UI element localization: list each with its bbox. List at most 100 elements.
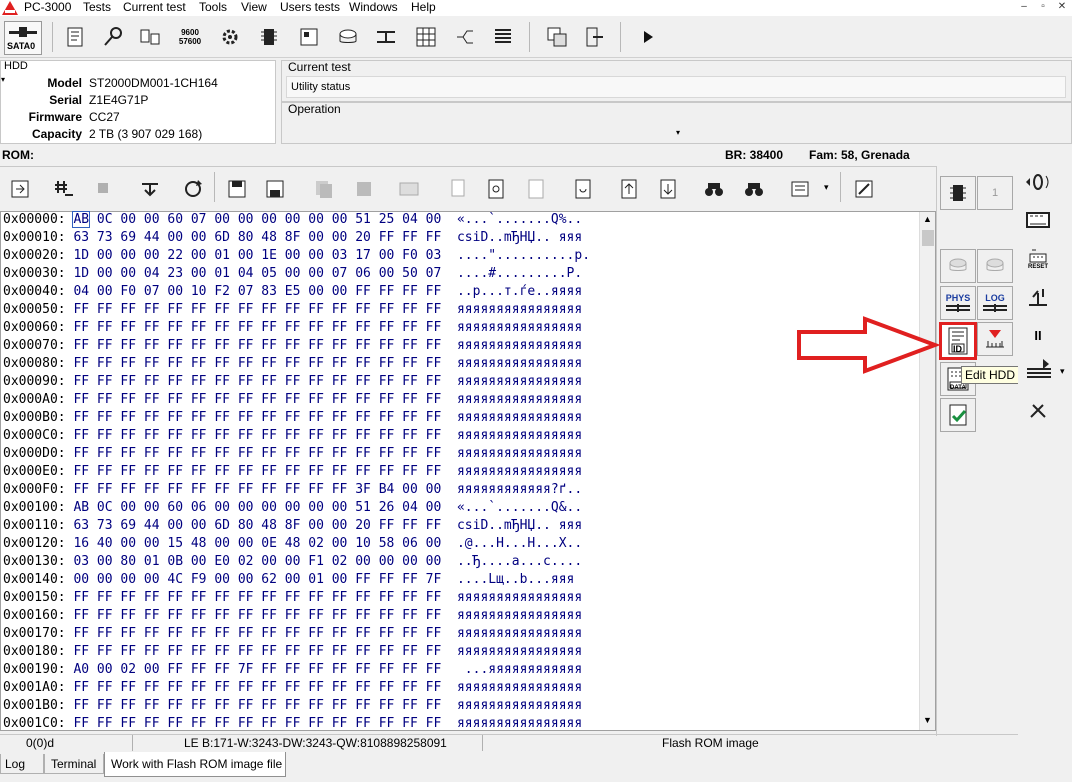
hex-bytes[interactable]: 16 40 00 00 15 48 00 00 0E 48 02 00 10 5… xyxy=(73,536,441,551)
write-disabled-button[interactable] xyxy=(977,249,1013,283)
operation-dropdown-icon[interactable]: ▾ xyxy=(676,128,680,137)
phys-mode-button[interactable]: PHYS xyxy=(940,286,976,320)
hex-row[interactable]: 0x00110: 63 73 69 44 00 00 6D 80 48 8F 0… xyxy=(3,517,582,535)
hex-row[interactable]: 0x00190: A0 00 02 00 FF FF FF 7F FF FF F… xyxy=(3,661,582,679)
gear-settings-icon[interactable] xyxy=(218,24,242,50)
power-control-icon[interactable] xyxy=(138,24,162,50)
board-icon[interactable] xyxy=(297,24,321,50)
hex-row[interactable]: 0x00170: FF FF FF FF FF FF FF FF FF FF F… xyxy=(3,625,582,643)
hex-ascii[interactable]: яяяяяяяяяяяяяяяя xyxy=(457,716,582,731)
edit-hdd-id-button[interactable]: ID xyxy=(939,322,977,360)
menu-view[interactable]: View xyxy=(241,0,267,16)
hex-ascii[interactable]: «...`.......Q%.. xyxy=(457,212,582,227)
hex-ascii[interactable]: яяяяяяяяяяяяяяяя xyxy=(457,464,582,479)
hex-bytes[interactable]: 1D 00 00 04 23 00 01 04 05 00 00 07 06 0… xyxy=(73,266,441,281)
chip-icon[interactable] xyxy=(257,24,281,50)
hex-bytes[interactable]: A0 00 02 00 FF FF FF 7F FF FF FF FF FF F… xyxy=(73,662,441,677)
search-key-icon[interactable] xyxy=(101,24,125,50)
menu-tools[interactable]: Tools xyxy=(199,0,227,16)
hex-ascii[interactable]: яяяяяяяяяяяяяяяя xyxy=(457,356,582,371)
page-down-icon[interactable] xyxy=(656,176,680,202)
hex-bytes[interactable]: FF FF FF FF FF FF FF FF FF FF FF FF FF F… xyxy=(73,302,441,317)
hex-ascii[interactable]: ...."..........р. xyxy=(457,248,590,263)
hex-ascii[interactable]: яяяяяяяяяяяяяяяя xyxy=(457,680,582,695)
hex-bytes[interactable]: 00 00 00 00 4C F9 00 00 62 00 01 00 FF F… xyxy=(73,572,441,587)
hex-ascii[interactable]: яяяяяяяяяяяяяяяя xyxy=(457,302,582,317)
hex-row[interactable]: 0x00020: 1D 00 00 00 22 00 01 00 1E 00 0… xyxy=(3,247,590,265)
hex-ascii[interactable]: яяяяяяяяяяяяяяяя xyxy=(457,698,582,713)
play-icon[interactable] xyxy=(636,24,660,50)
paste-disabled-icon[interactable] xyxy=(352,176,376,202)
grid-table-icon[interactable] xyxy=(414,24,438,50)
terminal-arrow-icon[interactable] xyxy=(1024,356,1054,382)
reset-icon[interactable]: RESET xyxy=(1024,244,1052,274)
hex-bytes[interactable]: FF FF FF FF FF FF FF FF FF FF FF FF FF F… xyxy=(73,464,441,479)
find-next-binoculars-icon[interactable] xyxy=(742,176,766,202)
pause-icon[interactable]: II xyxy=(1024,324,1052,346)
menu-help[interactable]: Help xyxy=(411,0,436,16)
hex-row[interactable]: 0x00060: FF FF FF FF FF FF FF FF FF FF F… xyxy=(3,319,582,337)
scroll-dropdown-icon[interactable]: ▾ xyxy=(824,182,829,193)
hex-row[interactable]: 0x000C0: FF FF FF FF FF FF FF FF FF FF F… xyxy=(3,427,582,445)
hex-row[interactable]: 0x000A0: FF FF FF FF FF FF FF FF FF FF F… xyxy=(3,391,582,409)
hex-bytes[interactable]: FF FF FF FF FF FF FF FF FF FF FF FF FF F… xyxy=(73,338,441,353)
sound-on-icon[interactable] xyxy=(1024,172,1052,192)
hex-row[interactable]: 0x00030: 1D 00 00 04 23 00 01 04 05 00 0… xyxy=(3,265,582,283)
hash-arrow-icon[interactable] xyxy=(52,176,76,202)
hex-bytes[interactable]: FF FF FF FF FF FF FF FF FF FF FF FF FF F… xyxy=(73,446,441,461)
chip-select-button[interactable] xyxy=(940,176,976,210)
hex-bytes[interactable]: FF FF FF FF FF FF FF FF FF FF FF FF 3F B… xyxy=(73,482,441,497)
find-binoculars-icon[interactable] xyxy=(702,176,726,202)
minimize-button[interactable]: – xyxy=(1016,1,1032,14)
hex-bytes[interactable]: FF FF FF FF FF FF FF FF FF FF FF FF FF F… xyxy=(73,698,441,713)
hex-row[interactable]: 0x001C0: FF FF FF FF FF FF FF FF FF FF F… xyxy=(3,715,582,733)
hex-ascii[interactable]: яяяяяяяяяяяяяяяя xyxy=(457,608,582,623)
hex-bytes[interactable]: AB 0C 00 00 60 06 00 00 00 00 00 00 51 2… xyxy=(73,500,441,515)
scroll-down-icon[interactable]: ▼ xyxy=(923,715,932,725)
hex-row[interactable]: 0x001A0: FF FF FF FF FF FF FF FF FF FF F… xyxy=(3,679,582,697)
hex-cursor[interactable]: AB xyxy=(72,211,91,228)
exit-run-icon[interactable] xyxy=(582,24,606,50)
hex-bytes[interactable]: FF FF FF FF FF FF FF FF FF FF FF FF FF F… xyxy=(73,392,441,407)
read-rom-icon[interactable] xyxy=(8,176,32,202)
hex-ascii[interactable]: яяяяяяяяяяяяяяяя xyxy=(457,626,582,641)
terminal-dropdown-icon[interactable]: ▾ xyxy=(1060,366,1065,377)
hex-bytes[interactable]: 1D 00 00 00 22 00 01 00 1E 00 00 03 17 0… xyxy=(73,248,441,263)
hex-bytes[interactable]: FF FF FF FF FF FF FF FF FF FF FF FF FF F… xyxy=(73,320,441,335)
hex-bytes[interactable]: 63 73 69 44 00 00 6D 80 48 8F 00 00 20 F… xyxy=(73,230,441,245)
hex-row[interactable]: 0x00090: FF FF FF FF FF FF FF FF FF FF F… xyxy=(3,373,582,391)
page-up-icon[interactable] xyxy=(617,176,641,202)
hex-ascii[interactable]: яяяяяяяяяяяяяяяя xyxy=(457,410,582,425)
menu-tests[interactable]: Tests xyxy=(83,0,111,16)
copy-disabled-icon[interactable] xyxy=(312,176,336,202)
hex-row[interactable]: 0x000E0: FF FF FF FF FF FF FF FF FF FF F… xyxy=(3,463,582,481)
edit-notes-icon[interactable] xyxy=(852,176,876,202)
sata-port-button[interactable]: SATA0 xyxy=(4,21,42,55)
new-page-disabled-icon[interactable] xyxy=(447,176,471,202)
page-counter-button[interactable]: 1 xyxy=(977,176,1013,210)
read-disabled-button[interactable] xyxy=(940,249,976,283)
hex-row[interactable]: 0x00000: AB 0C 00 00 60 07 00 00 00 00 0… xyxy=(3,211,582,229)
hex-row[interactable]: 0x00140: 00 00 00 00 4C F9 00 00 62 00 0… xyxy=(3,571,574,589)
hex-row[interactable]: 0x00080: FF FF FF FF FF FF FF FF FF FF F… xyxy=(3,355,582,373)
hex-ascii[interactable]: csiD..mЂHЏ.. яяя xyxy=(457,230,582,245)
tests-icon[interactable] xyxy=(64,24,88,50)
scroll-thumb[interactable] xyxy=(922,230,934,246)
hex-bytes[interactable]: AB 0C 00 00 60 07 00 00 00 00 00 00 51 2… xyxy=(72,211,441,228)
hex-bytes[interactable]: FF FF FF FF FF FF FF FF FF FF FF FF FF F… xyxy=(73,590,441,605)
restore-button[interactable]: ▫ xyxy=(1035,1,1051,14)
windows-cascade-icon[interactable] xyxy=(545,24,569,50)
hex-bytes[interactable]: FF FF FF FF FF FF FF FF FF FF FF FF FF F… xyxy=(73,374,441,389)
hex-row[interactable]: 0x000D0: FF FF FF FF FF FF FF FF FF FF F… xyxy=(3,445,582,463)
hex-bytes[interactable]: FF FF FF FF FF FF FF FF FF FF FF FF FF F… xyxy=(73,644,441,659)
hdd-disk-icon[interactable] xyxy=(336,24,360,50)
hex-ascii[interactable]: «...`.......Q&.. xyxy=(457,500,582,515)
power-switch-icon[interactable] xyxy=(1024,284,1052,310)
hex-row[interactable]: 0x00180: FF FF FF FF FF FF FF FF FF FF F… xyxy=(3,643,582,661)
hex-ascii[interactable]: ..Ђ....а...с.... xyxy=(457,554,582,569)
hex-ascii[interactable]: яяяяяяяяяяяяяяяя xyxy=(457,338,582,353)
log-mode-button[interactable]: LOG xyxy=(977,286,1013,320)
hex-bytes[interactable]: 03 00 80 01 0B 00 E0 02 00 00 F1 02 00 0… xyxy=(73,554,441,569)
hex-bytes[interactable]: FF FF FF FF FF FF FF FF FF FF FF FF FF F… xyxy=(73,356,441,371)
hex-ascii[interactable]: csiD..mЂHЏ.. яяя xyxy=(457,518,582,533)
